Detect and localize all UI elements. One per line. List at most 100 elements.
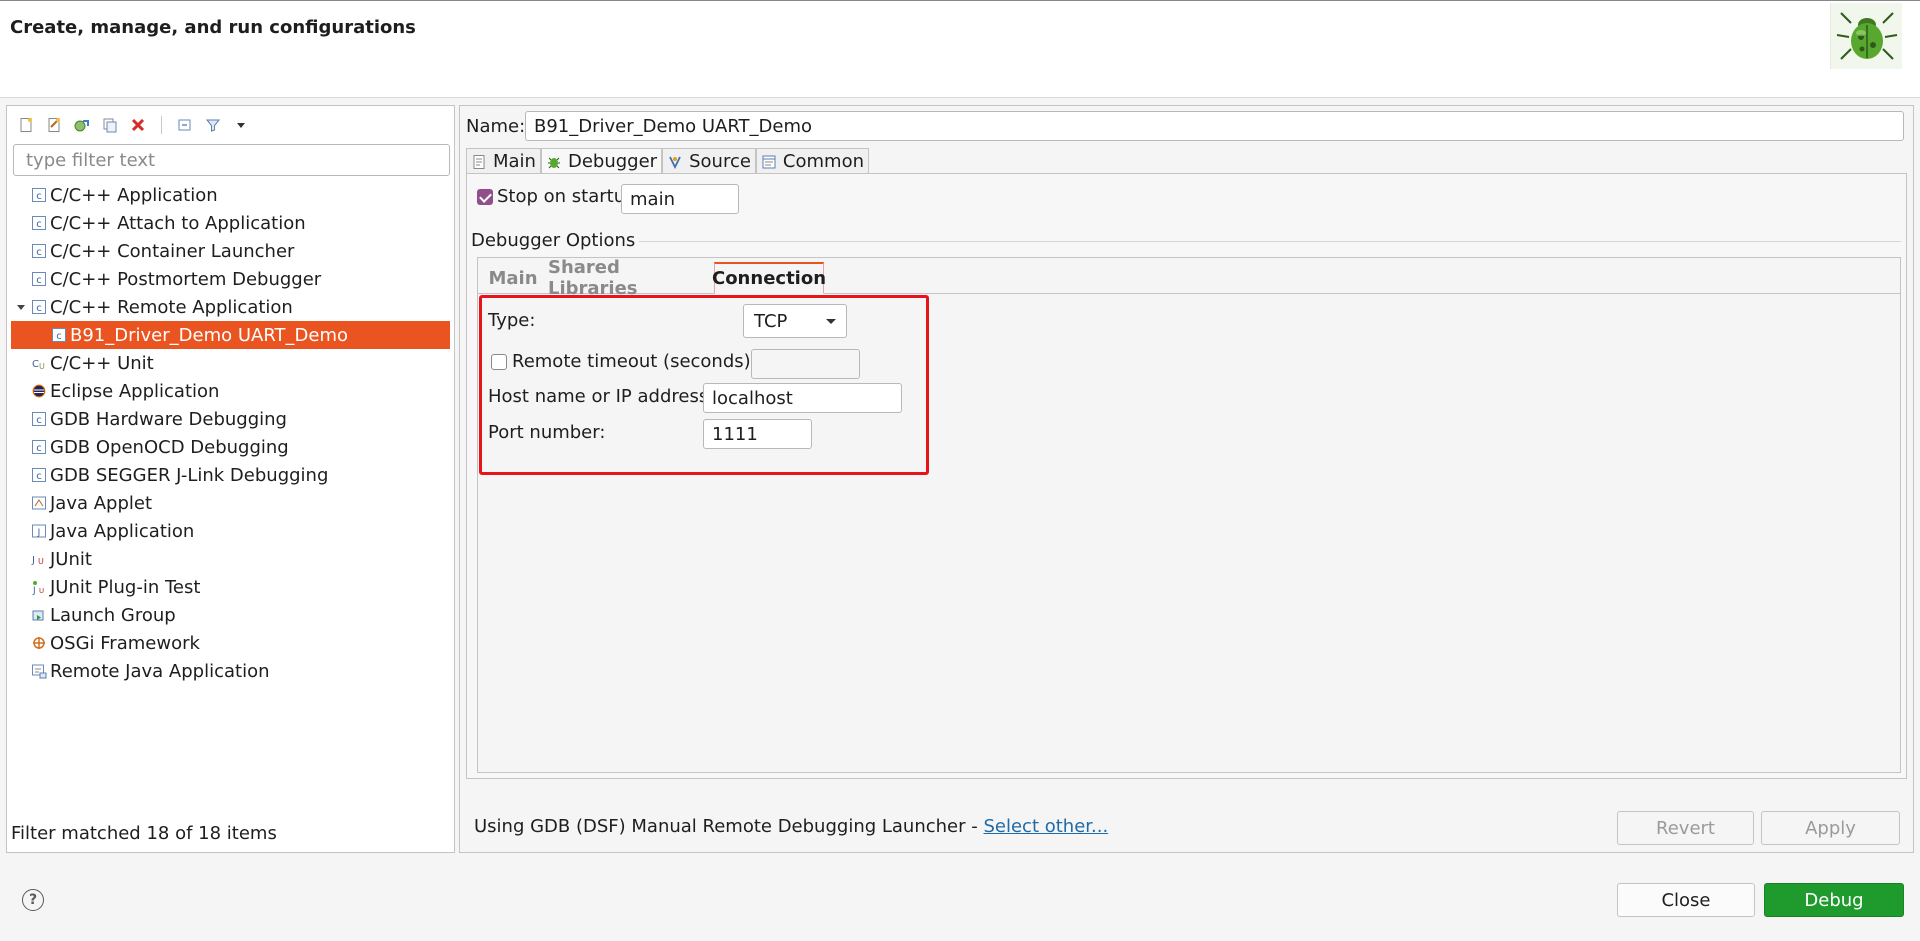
tree-item-label: JUnit [50,548,92,570]
source-tab-icon [669,156,681,169]
tree-item-label: Remote Java Application [50,660,270,682]
tree-item[interactable]: c GDB OpenOCD Debugging [7,433,454,461]
host-input[interactable] [703,383,902,413]
tree-item[interactable]: Java Applet [7,489,454,517]
dialog-title: Create, manage, and run configurations [10,17,416,38]
c-icon: c [31,439,47,455]
remote-timeout-checkbox[interactable] [491,353,507,370]
stop-on-startup-checkbox[interactable] [477,188,493,205]
new-prototype-icon[interactable] [43,114,65,136]
tree-item[interactable]: c GDB Hardware Debugging [7,405,454,433]
svg-text:C: C [32,359,39,370]
osgi-icon [31,635,47,651]
main-tab-icon [473,154,485,169]
delete-icon[interactable] [127,114,149,136]
tree-item[interactable]: c B91_Driver_Demo UART_Demo [11,321,450,349]
svg-text:c: c [36,191,42,202]
c-icon: c [31,467,47,483]
apply-button[interactable]: Apply [1761,811,1900,845]
tree-item-label: GDB SEGGER J-Link Debugging [50,464,329,486]
c-icon: c [31,271,47,287]
tree-item[interactable]: C U C/C++ Unit [7,349,454,377]
select-other-link[interactable]: Select other... [983,816,1108,837]
new-config-icon[interactable] [15,114,37,136]
close-button[interactable]: Close [1617,883,1755,917]
tab-source[interactable]: Source [662,148,756,174]
launch-group-icon [31,607,47,623]
name-input[interactable] [525,111,1904,141]
subtab-connection[interactable]: Connection [712,262,826,294]
svg-text:U: U [39,587,44,595]
filter-icon[interactable] [202,114,224,136]
svg-text:c: c [36,303,42,314]
collapse-all-icon[interactable] [174,114,196,136]
config-tree: c C/C++ Application c C/C++ Attach to Appli… [7,181,454,685]
tree-item[interactable]: OSGi Framework [7,629,454,657]
tab-common[interactable]: Common [755,148,869,174]
port-label: Port number: [488,422,606,443]
tree-item[interactable]: c C/C++ Application [7,181,454,209]
config-toolbar [15,112,252,138]
applet-icon [31,495,47,511]
svg-text:c: c [56,331,62,342]
launcher-text: Using GDB (DSF) Manual Remote Debugging … [474,816,984,837]
c-icon: c [31,299,47,315]
export-icon[interactable] [71,114,93,136]
expand-twisty-icon[interactable] [15,297,27,318]
type-select[interactable]: TCP [743,304,847,338]
tree-item-label: C/C++ Postmortem Debugger [50,268,322,290]
remote-java-icon [31,663,47,679]
tab-debugger[interactable]: Debugger [540,148,663,174]
tree-item[interactable]: J U JUnit Plug-in Test [7,573,454,601]
dialog-header: Create, manage, and run configurations [0,0,1920,98]
toolbar-separator [161,116,162,134]
configuration-editor-panel: Name: Main Debugger Source Common Stop o… [459,105,1914,853]
svg-text:J: J [31,555,35,566]
c-icon: c [31,411,47,427]
tree-item[interactable]: J U JUnit [7,545,454,573]
tree-item[interactable]: c C/C++ Remote Application [7,293,454,321]
bug-icon [1830,3,1902,69]
junit-icon: JU [31,551,47,567]
tree-item[interactable]: Remote Java Application [7,657,454,685]
launcher-info: Using GDB (DSF) Manual Remote Debugging … [474,816,1108,837]
svg-text:c: c [36,247,42,258]
tree-item-label: C/C++ Container Launcher [50,240,295,262]
eclipse-icon [31,383,47,399]
tree-item-label: GDB OpenOCD Debugging [50,436,289,458]
duplicate-icon[interactable] [99,114,121,136]
tree-item[interactable]: Launch Group [7,601,454,629]
junit-plugin-icon: JU [31,579,47,596]
tree-item-label: Eclipse Application [50,380,220,402]
type-label: Type: [488,310,536,331]
stop-on-startup-input[interactable] [621,184,739,214]
c-icon: c [31,215,47,231]
tree-item[interactable]: c C/C++ Container Launcher [7,237,454,265]
filter-input[interactable] [13,144,450,176]
svg-text:c: c [36,443,42,454]
tab-main[interactable]: Main [466,148,541,174]
type-value: TCP [754,311,788,332]
subtab-shared-libraries[interactable]: Shared Libraries [548,257,708,299]
debugger-tab-icon [547,157,560,168]
revert-button[interactable]: Revert [1617,811,1754,845]
tree-item-label: Java Application [50,520,195,542]
remote-timeout-input[interactable] [751,349,860,379]
tree-item-label: GDB Hardware Debugging [50,408,287,430]
tree-item[interactable]: c GDB SEGGER J-Link Debugging [7,461,454,489]
debugger-options-group: Main Shared Libraries Connection Type: T… [477,257,1901,773]
subtab-main[interactable]: Main [486,262,540,294]
remote-timeout-label: Remote timeout (seconds): [512,351,757,372]
port-input[interactable] [703,419,812,449]
tree-item[interactable]: c C/C++ Attach to Application [7,209,454,237]
svg-text:J: J [37,528,41,538]
tree-item[interactable]: c C/C++ Postmortem Debugger [7,265,454,293]
tree-item[interactable]: Eclipse Application [7,377,454,405]
debug-button[interactable]: Debug [1764,883,1904,917]
group-divider [607,241,1901,242]
cu-icon: CU [31,355,47,371]
help-icon[interactable]: ? [22,889,44,911]
svg-text:J: J [32,586,36,595]
tree-item[interactable]: J Java Application [7,517,454,545]
view-menu-icon[interactable] [230,114,252,136]
